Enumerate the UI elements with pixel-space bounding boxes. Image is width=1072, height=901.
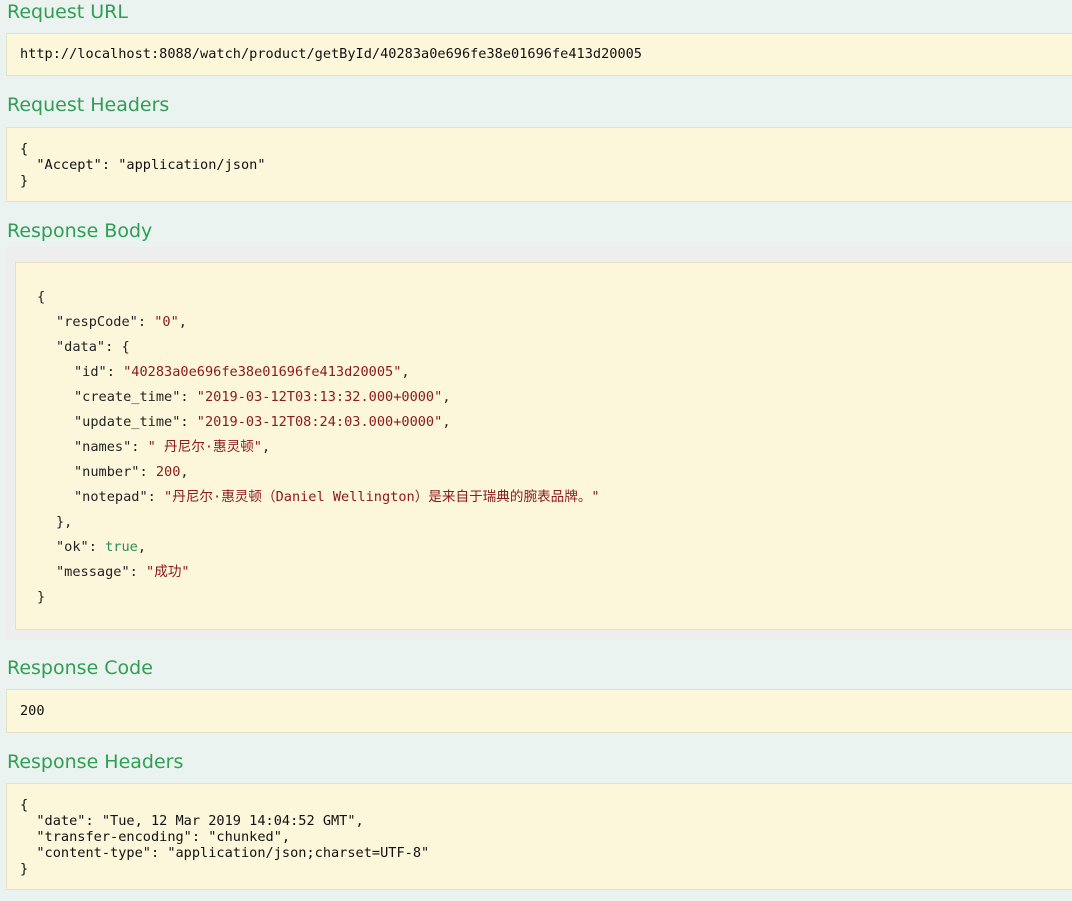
request-url-box: http://localhost:8088/watch/product/getB… <box>6 33 1072 76</box>
request-headers-title: Request Headers <box>7 94 170 116</box>
response-body-title: Response Body <box>7 220 153 242</box>
code-line: "date": "Tue, 12 Mar 2019 14:04:52 GMT", <box>20 813 364 829</box>
code-line: } <box>20 173 29 189</box>
json-line-names: "names": " 丹尼尔·惠灵顿", <box>74 439 271 455</box>
response-code-value: 200 <box>20 703 45 719</box>
json-line-number: "number": 200, <box>74 464 189 480</box>
json-close-brace: } <box>37 589 46 605</box>
code-line: { <box>20 141 29 157</box>
json-line-message: "message": "成功" <box>56 564 190 580</box>
json-line-create-time: "create_time": "2019-03-12T03:13:32.000+… <box>74 389 451 405</box>
response-code-title: Response Code <box>7 657 153 679</box>
json-data-close: }, <box>56 514 73 530</box>
request-url-value[interactable]: http://localhost:8088/watch/product/getB… <box>20 46 642 62</box>
json-line-update-time: "update_time": "2019-03-12T08:24:03.000+… <box>74 414 451 430</box>
json-line-ok: "ok": true, <box>56 539 147 555</box>
request-url-title: Request URL <box>7 1 128 23</box>
response-body-box: { "respCode": "0", "data": { "id": "4028… <box>15 262 1072 630</box>
response-headers-title: Response Headers <box>7 751 184 773</box>
json-line-notepad: "notepad": "丹尼尔·惠灵顿（Daniel Wellington）是来… <box>74 489 600 505</box>
request-headers-box: { "Accept": "application/json" } <box>6 127 1072 202</box>
request-headers-code: { "Accept": "application/json" } <box>20 141 266 189</box>
json-open-brace: { <box>37 289 46 305</box>
code-line: "content-type": "application/json;charse… <box>20 845 430 861</box>
response-code-box: 200 <box>6 689 1072 733</box>
code-line: { <box>20 797 29 813</box>
json-line-data: "data": { <box>56 339 130 355</box>
response-body-wrapper: { "respCode": "0", "data": { "id": "4028… <box>6 247 1072 640</box>
json-line-respcode: "respCode": "0", <box>56 314 187 330</box>
code-line: "transfer-encoding": "chunked", <box>20 829 291 845</box>
json-line-id: "id": "40283a0e696fe38e01696fe413d20005"… <box>74 364 410 380</box>
code-line: "Accept": "application/json" <box>20 157 266 173</box>
code-line: } <box>20 861 29 877</box>
response-headers-box: { "date": "Tue, 12 Mar 2019 14:04:52 GMT… <box>6 783 1072 890</box>
response-headers-code: { "date": "Tue, 12 Mar 2019 14:04:52 GMT… <box>20 797 429 877</box>
